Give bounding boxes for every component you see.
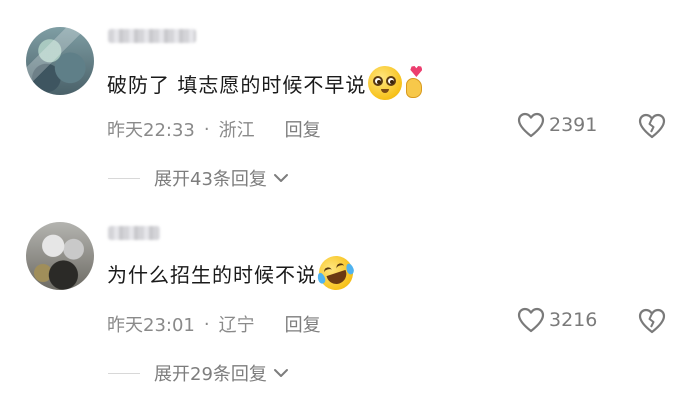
comment-meta: 昨天22:33 · 浙江 回复	[107, 116, 321, 142]
like-count: 3216	[549, 309, 598, 331]
avatar[interactable]	[26, 222, 94, 290]
chevron-down-icon	[273, 369, 288, 377]
username-blurred[interactable]	[108, 226, 160, 240]
reply-button[interactable]: 回复	[285, 311, 321, 337]
expand-replies-button[interactable]: 展开43条回复	[108, 165, 289, 191]
comment-item: 为什么招生的时候不说 昨天23:01 · 辽宁 回复 3216 展开29条回复	[0, 195, 700, 395]
comment-text-row: 破防了 填志愿的时候不早说	[107, 66, 426, 100]
comment-location: 浙江	[218, 120, 255, 141]
divider	[108, 177, 140, 179]
reply-button[interactable]: 回复	[285, 116, 321, 142]
comment-text: 为什么招生的时候不说	[107, 262, 317, 287]
comment-item: 破防了 填志愿的时候不早说 昨天22:33 · 浙江 回复 2391 展开43条…	[0, 0, 700, 200]
meta-separator: ·	[203, 313, 210, 335]
comment-text: 破防了 填志愿的时候不早说	[107, 72, 367, 97]
heart-hand-icon	[404, 66, 426, 100]
dislike-button[interactable]	[638, 113, 666, 143]
chevron-down-icon	[273, 174, 288, 182]
comment-time: 昨天22:33	[107, 120, 195, 141]
rolling-laughing-face-icon	[314, 251, 358, 295]
like-button[interactable]: 2391	[517, 112, 597, 138]
like-button[interactable]: 3216	[517, 307, 597, 333]
comment-location: 辽宁	[218, 315, 255, 336]
dislike-button[interactable]	[638, 308, 666, 338]
heart-outline-icon	[517, 112, 545, 138]
comment-time: 昨天23:01	[107, 315, 195, 336]
comment-meta: 昨天23:01 · 辽宁 回复	[107, 311, 321, 337]
broken-heart-icon	[638, 308, 666, 334]
heart-outline-icon	[517, 307, 545, 333]
broken-heart-icon	[638, 113, 666, 139]
like-count: 2391	[549, 114, 598, 136]
comment-text-row: 为什么招生的时候不说	[107, 251, 358, 295]
avatar[interactable]	[26, 27, 94, 95]
expand-replies-button[interactable]: 展开29条回复	[108, 360, 289, 386]
meta-separator: ·	[203, 118, 210, 140]
username-blurred[interactable]	[108, 29, 196, 43]
flushed-face-icon	[368, 66, 403, 100]
expand-replies-label: 展开43条回复	[154, 169, 267, 190]
divider	[108, 372, 140, 374]
expand-replies-label: 展开29条回复	[154, 364, 267, 385]
